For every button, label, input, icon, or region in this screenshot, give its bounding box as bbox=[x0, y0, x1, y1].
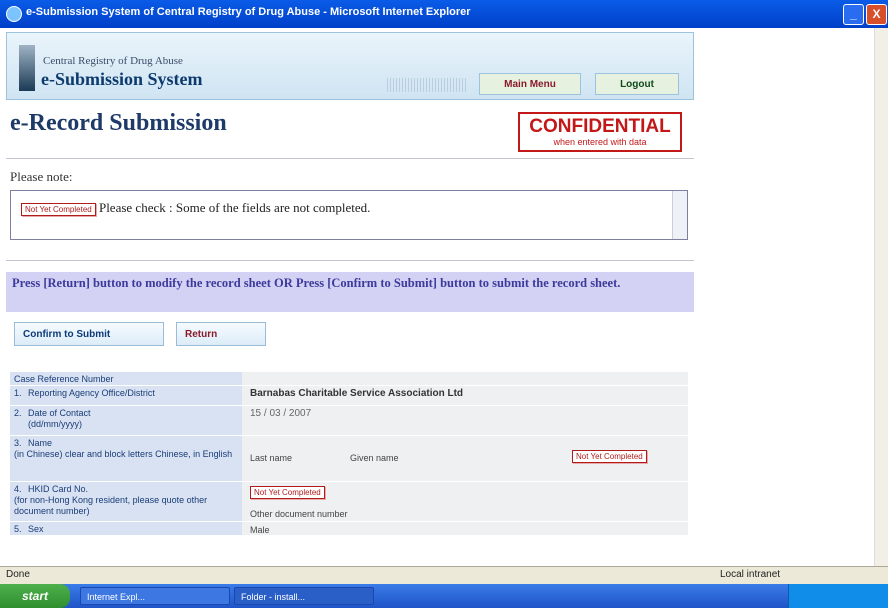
field-label: Date of Contact bbox=[28, 408, 91, 418]
confidential-subtext: when entered with data bbox=[553, 137, 647, 147]
system-name: e-Submission System bbox=[41, 69, 203, 89]
field-label: HKID Card No. bbox=[28, 484, 89, 494]
sex-value: Male bbox=[242, 522, 688, 536]
taskbar: start Internet Expl... Folder - install.… bbox=[0, 584, 888, 608]
return-label: Return bbox=[185, 329, 218, 340]
confidential-stamp: CONFIDENTIAL when entered with data bbox=[518, 112, 682, 152]
note-scrollbar[interactable] bbox=[672, 191, 687, 239]
browser-viewport: Central Registry of Drug Abuse e-Submiss… bbox=[0, 28, 888, 566]
window-title: e-Submission System of Central Registry … bbox=[26, 6, 471, 18]
org-name: Central Registry of Drug Abuse bbox=[43, 55, 183, 67]
form-row-sex: 5. Sex Male bbox=[10, 522, 688, 536]
confirm-label: Confirm to Submit bbox=[23, 329, 111, 340]
status-text: Done bbox=[6, 569, 30, 580]
confirm-submit-button[interactable]: Confirm to Submit bbox=[14, 322, 164, 346]
site-banner: Central Registry of Drug Abuse e-Submiss… bbox=[6, 32, 694, 100]
instruction-text: Press [Return] button to modify the reco… bbox=[6, 272, 694, 312]
field-number: 2. bbox=[14, 408, 22, 418]
status-bar: Done Local intranet bbox=[0, 566, 888, 585]
system-tray bbox=[788, 584, 888, 608]
form-row-case-ref: Case Reference Number bbox=[10, 372, 688, 386]
not-completed-tag: Not Yet Completed bbox=[250, 486, 325, 499]
field-number: 4. bbox=[14, 484, 22, 494]
divider bbox=[6, 260, 694, 261]
divider bbox=[6, 158, 694, 159]
taskbar-item-ie[interactable]: Internet Expl... bbox=[80, 587, 230, 605]
field-label: Reporting Agency Office/District bbox=[28, 388, 155, 398]
ie-icon bbox=[6, 6, 22, 22]
decorative-dots bbox=[387, 78, 467, 92]
logout-button[interactable]: Logout bbox=[595, 73, 679, 95]
date-value: 15 / 03 / 2007 bbox=[242, 406, 688, 436]
form-row-name: 3. Name (in Chinese) clear and block lette… bbox=[10, 436, 688, 482]
field-hint: (dd/mm/yyyy) bbox=[28, 419, 82, 429]
field-number: 1. bbox=[14, 388, 22, 398]
agency-value: Barnabas Charitable Service Association … bbox=[242, 386, 688, 406]
main-menu-label: Main Menu bbox=[504, 79, 556, 90]
not-completed-tag: Not Yet Completed bbox=[572, 450, 647, 463]
other-document-label: Other document number bbox=[250, 509, 348, 519]
page-title: e-Record Submission bbox=[10, 110, 227, 136]
blank-area bbox=[700, 28, 874, 566]
form-row-agency: 1. Reporting Agency Office/District Barna… bbox=[10, 386, 688, 406]
main-menu-button[interactable]: Main Menu bbox=[479, 73, 581, 95]
given-name-label: Given name bbox=[350, 453, 399, 463]
field-hint: (for non-Hong Kong resident, please quot… bbox=[14, 495, 208, 516]
return-button[interactable]: Return bbox=[176, 322, 266, 346]
taskbar-item-folder[interactable]: Folder - install... bbox=[234, 587, 374, 605]
note-message: Please check : Some of the fields are no… bbox=[98, 200, 371, 215]
note-line: Not Yet Completed Please check : Some of… bbox=[21, 200, 370, 216]
field-label: Case Reference Number bbox=[10, 372, 242, 386]
field-number: 3. bbox=[14, 438, 22, 448]
note-label: Please note: bbox=[10, 169, 73, 184]
window-titlebar: e-Submission System of Central Registry … bbox=[0, 0, 888, 28]
field-value bbox=[242, 372, 688, 386]
logo-icon bbox=[19, 45, 35, 91]
form-row-hkid: 4. HKID Card No. (for non-Hong Kong reside… bbox=[10, 482, 688, 522]
security-zone: Local intranet bbox=[720, 569, 781, 580]
page: Central Registry of Drug Abuse e-Submiss… bbox=[6, 32, 694, 566]
minimize-button[interactable]: _ bbox=[843, 4, 864, 25]
logout-label: Logout bbox=[620, 79, 654, 90]
field-hint: (in Chinese) clear and block letters Chi… bbox=[14, 449, 233, 459]
last-name-label: Last name bbox=[250, 453, 293, 463]
field-label: Sex bbox=[28, 524, 44, 534]
page-scrollbar[interactable] bbox=[874, 28, 888, 566]
not-completed-tag: Not Yet Completed bbox=[21, 203, 96, 216]
form-row-date: 2. Date of Contact (dd/mm/yyyy) 15 / 03 / … bbox=[10, 406, 688, 436]
field-number: 5. bbox=[14, 524, 22, 534]
note-box: Not Yet Completed Please check : Some of… bbox=[10, 190, 688, 240]
close-button[interactable]: X bbox=[866, 4, 887, 25]
start-button[interactable]: start bbox=[0, 584, 70, 608]
confidential-text: CONFIDENTIAL bbox=[529, 116, 671, 137]
field-label: Name bbox=[28, 438, 53, 448]
